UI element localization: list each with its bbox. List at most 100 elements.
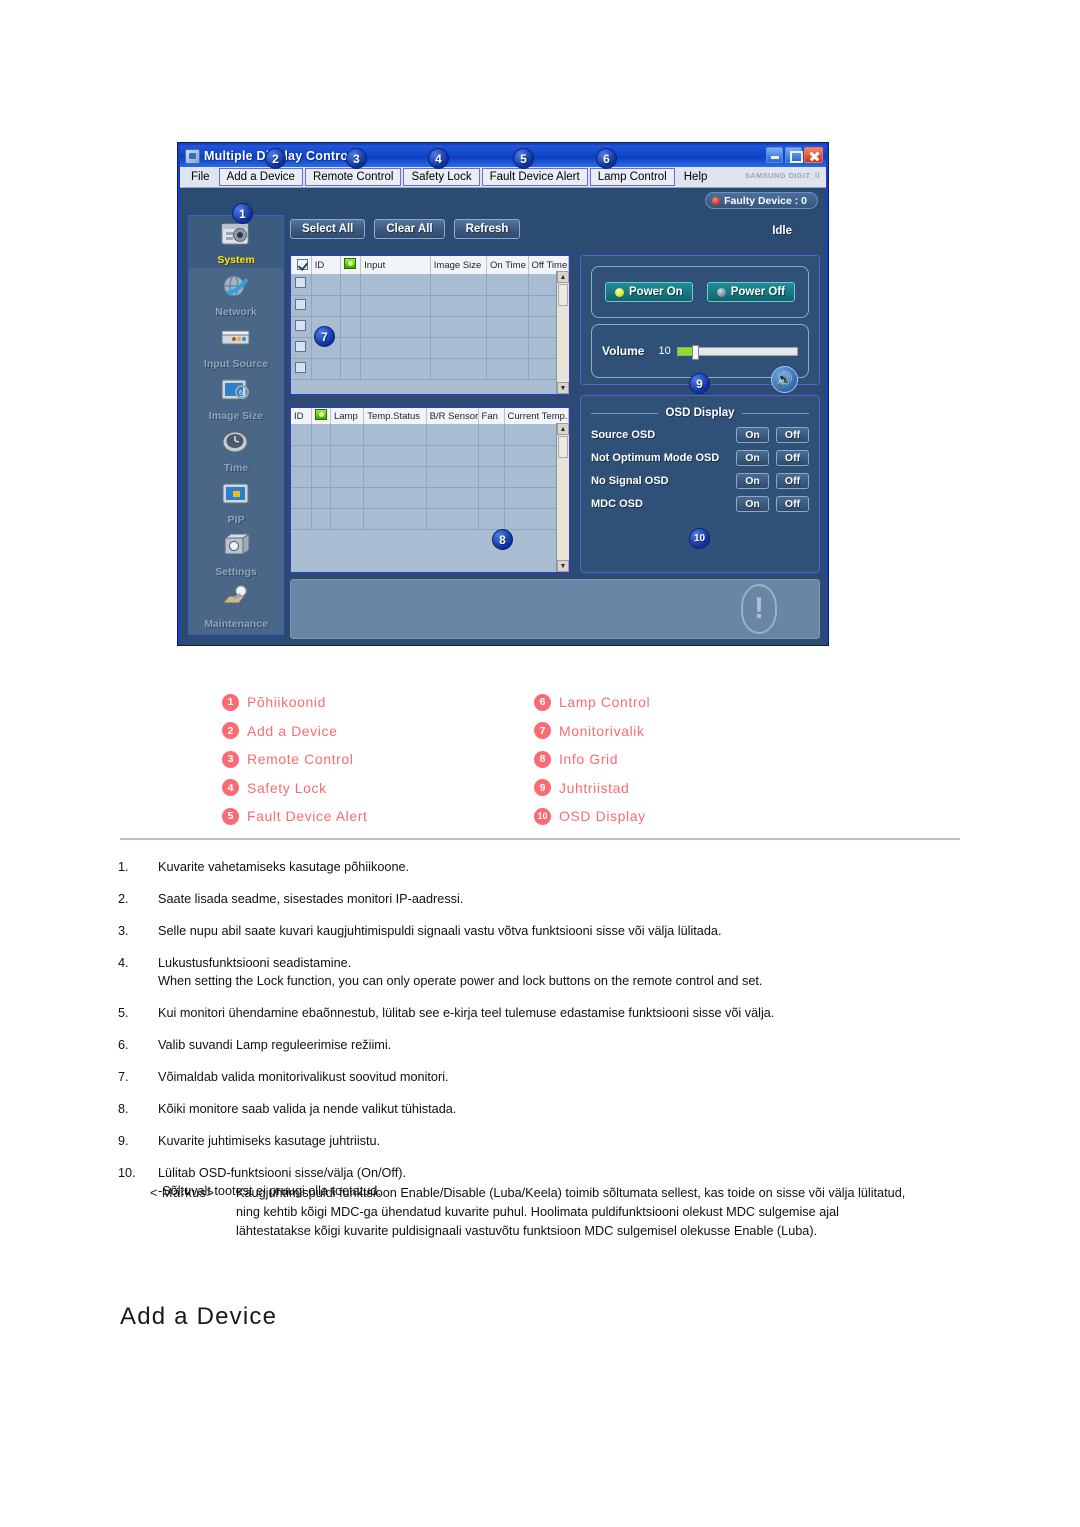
note-text-4: Lukustusfunktsiooni seadistamine.	[158, 955, 352, 970]
maximize-button[interactable]	[785, 147, 803, 163]
table-row[interactable]	[291, 508, 569, 530]
sidebar-item-image-size[interactable]: 6 Image Size	[189, 372, 283, 424]
power-on-button[interactable]: Power On	[605, 282, 693, 302]
image-size-icon: 6	[219, 375, 253, 405]
volume-slider[interactable]	[676, 344, 798, 360]
note-number-6: 6.	[118, 1037, 129, 1052]
select-all-button[interactable]: Select All	[290, 219, 366, 239]
osd-label-source: Source OSD	[591, 429, 656, 441]
monitor-selection-grid[interactable]: ID Input Image Size On Time Off Time ▲ ▼	[290, 255, 570, 395]
callout-6: 6	[596, 148, 617, 169]
menu-item-safety-lock[interactable]: Safety Lock	[403, 168, 480, 186]
markus-body: Kaugjuhtimispuldi funktsioon Enable/Disa…	[236, 1186, 906, 1239]
monitor-grid-header-input: Input	[360, 256, 431, 274]
monitor-grid-header-checkbox[interactable]	[291, 256, 312, 274]
monitor-grid-scrollbar[interactable]: ▲ ▼	[556, 271, 569, 394]
speaker-icon[interactable]: 🔊	[771, 366, 798, 393]
row-checkbox-cell[interactable]	[291, 316, 312, 338]
input-source-icon	[219, 323, 253, 353]
power-off-label: Power Off	[730, 286, 785, 298]
legend-number-2: 2	[222, 722, 239, 740]
no-signal-osd-off-button[interactable]: Off	[776, 473, 809, 489]
volume-slider-thumb[interactable]	[691, 344, 699, 360]
legend-item-5: 5 Fault Device Alert	[222, 802, 368, 831]
source-osd-on-button[interactable]: On	[736, 427, 769, 443]
faulty-device-label: Faulty Device : 0	[724, 194, 807, 207]
legend-column-right: 6 Lamp Control 7 Monitorivalik 8 Info Gr…	[534, 688, 650, 831]
osd-panel-title: OSD Display	[591, 407, 809, 419]
menu-item-add-a-device[interactable]: Add a Device	[218, 168, 303, 186]
sidebar-item-system[interactable]: System	[189, 216, 283, 268]
scroll-down-icon[interactable]: ▼	[557, 382, 569, 394]
sidebar-item-pip[interactable]: PIP	[189, 476, 283, 528]
table-row[interactable]	[291, 295, 569, 317]
sidebar-label-pip: PIP	[227, 514, 245, 526]
table-row[interactable]	[291, 358, 569, 380]
sidebar-item-settings[interactable]: Settings	[189, 528, 283, 580]
system-icon	[219, 219, 253, 249]
menu-item-remote-control[interactable]: Remote Control	[304, 168, 402, 186]
sidebar-item-time[interactable]: Time	[189, 424, 283, 476]
control-panel: Power On Power Off Volume 10 🔊 OSD Displ…	[580, 255, 820, 573]
menu-item-file[interactable]: File	[184, 169, 217, 185]
refresh-button[interactable]: Refresh	[453, 219, 521, 239]
note-number-5: 5.	[118, 1006, 129, 1021]
sidebar-label-input-source: Input Source	[203, 358, 269, 370]
menu-item-help[interactable]: Help	[677, 169, 715, 185]
row-checkbox[interactable]	[295, 277, 306, 289]
table-row[interactable]	[291, 466, 569, 488]
work-area: Select All Clear All Refresh Idle ID Inp…	[290, 215, 820, 639]
info-grid-scrollbar[interactable]: ▲ ▼	[556, 423, 569, 572]
row-checkbox-cell[interactable]	[291, 337, 312, 359]
info-grid-header-led	[311, 408, 331, 424]
scroll-down-icon[interactable]: ▼	[557, 560, 569, 572]
sidebar-item-input-source[interactable]: Input Source	[189, 320, 283, 372]
status-bar: !	[290, 579, 820, 639]
source-osd-off-button[interactable]: Off	[776, 427, 809, 443]
table-row[interactable]	[291, 274, 569, 296]
scroll-up-icon[interactable]: ▲	[557, 423, 569, 435]
row-checkbox-cell[interactable]	[291, 274, 312, 296]
scrollbar-thumb[interactable]	[558, 284, 568, 306]
row-checkbox[interactable]	[295, 298, 306, 310]
note-item-8: 8. Kõiki monitore saab valida ja nende v…	[118, 1100, 988, 1118]
minimize-button[interactable]	[766, 147, 783, 163]
power-off-button[interactable]: Power Off	[706, 282, 795, 302]
legend-number-7: 7	[534, 722, 551, 740]
scroll-up-icon[interactable]: ▲	[557, 271, 569, 283]
row-checkbox-cell[interactable]	[291, 358, 312, 380]
table-row[interactable]	[291, 445, 569, 467]
info-grid-header-current-temp: Current Temp.	[504, 408, 569, 424]
samsung-logo: SAMSUNG DIGIT_ll	[744, 171, 820, 180]
not-optimum-osd-on-button[interactable]: On	[736, 450, 769, 466]
menu-item-lamp-control[interactable]: Lamp Control	[589, 168, 675, 186]
row-checkbox[interactable]	[295, 361, 306, 373]
row-checkbox[interactable]	[295, 319, 306, 331]
table-row[interactable]	[291, 487, 569, 509]
info-grid[interactable]: ID Lamp Temp.Status B/R Sensor Fan Curre…	[290, 407, 570, 573]
mdc-app-window: Multiple Display Control File Add a Devi…	[178, 143, 828, 645]
sidebar-item-maintenance[interactable]: Maintenance	[189, 580, 283, 632]
lamp-led-icon	[315, 409, 328, 420]
sidebar-label-network: Network	[215, 306, 257, 318]
row-checkbox-cell[interactable]	[291, 295, 312, 317]
row-checkbox[interactable]	[295, 340, 306, 352]
scrollbar-thumb[interactable]	[558, 436, 568, 458]
pip-icon	[219, 479, 253, 509]
select-all-checkbox[interactable]	[297, 259, 308, 270]
osd-row-not-optimum: Not Optimum Mode OSD On Off	[591, 450, 809, 466]
table-row[interactable]	[291, 424, 569, 446]
legend-number-6: 6	[534, 693, 551, 711]
mdc-osd-on-button[interactable]: On	[736, 496, 769, 512]
menu-item-fault-device-alert[interactable]: Fault Device Alert	[481, 168, 588, 186]
osd-label-mdc: MDC OSD	[591, 498, 643, 510]
mdc-osd-off-button[interactable]: Off	[776, 496, 809, 512]
not-optimum-osd-off-button[interactable]: Off	[776, 450, 809, 466]
sidebar-label-maintenance: Maintenance	[204, 618, 268, 630]
svg-text:6: 6	[239, 390, 243, 397]
close-button[interactable]	[804, 147, 823, 163]
legend-label-5: Fault Device Alert	[247, 808, 368, 825]
clear-all-button[interactable]: Clear All	[374, 219, 445, 239]
sidebar-item-network[interactable]: Network	[189, 268, 283, 320]
no-signal-osd-on-button[interactable]: On	[736, 473, 769, 489]
